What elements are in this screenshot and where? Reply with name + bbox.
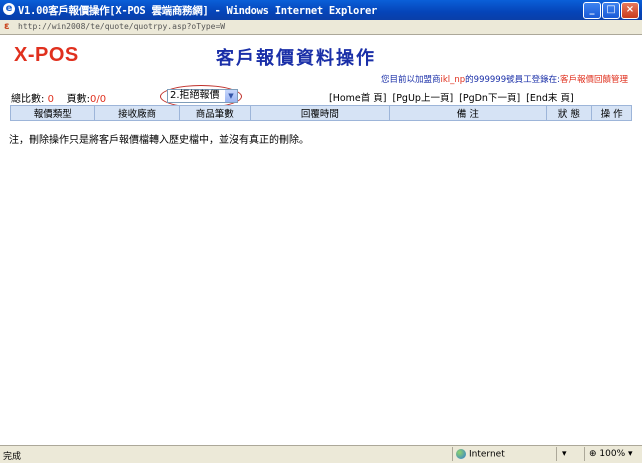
xpos-logo: X-POS bbox=[14, 44, 79, 66]
select-value: 2.拒絕報價 bbox=[170, 90, 220, 101]
column-header: 接收廠商 bbox=[94, 105, 180, 121]
window-title: V1.00客戶報價操作[X-POS 雲端商務網] - Windows Inter… bbox=[18, 5, 378, 17]
zoom-level: 100% bbox=[599, 449, 626, 459]
minimize-button[interactable]: _ bbox=[583, 2, 601, 19]
title-bar: e V1.00客戶報價操作[X-POS 雲端商務網] - Windows Int… bbox=[0, 0, 642, 20]
column-header: 報價類型 bbox=[9, 105, 96, 121]
user-info-middle: 的999999號員工登錄在: bbox=[465, 75, 560, 85]
prev-page-link[interactable]: [PgUp上一頁] bbox=[393, 93, 454, 104]
column-header: 狀 態 bbox=[545, 105, 593, 121]
record-summary: 總比數: 0 頁數:0/0 bbox=[11, 90, 106, 105]
maximize-button[interactable]: □ bbox=[602, 2, 620, 19]
status-text: 完成 bbox=[3, 452, 22, 462]
page-icon: ε bbox=[4, 21, 10, 32]
total-value: 0 bbox=[47, 94, 54, 105]
pages-value: 0/0 bbox=[90, 94, 107, 105]
pages-label: 頁數: bbox=[66, 94, 91, 105]
protected-mode-icon: ▾ bbox=[562, 449, 567, 459]
page-title: 客戶報價資料操作 bbox=[216, 48, 376, 69]
column-header: 回覆時間 bbox=[249, 105, 391, 121]
ie-app-icon: e bbox=[3, 3, 15, 15]
status-divider bbox=[556, 447, 557, 461]
user-info-prefix: 您目前以加盟商 bbox=[380, 75, 441, 85]
quote-table: 報價類型 接收廠商 商品筆數 回覆時間 備 注 狀 態 操 作 bbox=[9, 105, 632, 121]
last-page-link[interactable]: [End末 頁] bbox=[526, 93, 574, 104]
current-module: 客戶報價回饋管理 bbox=[559, 75, 628, 85]
status-bar: 完成 Internet ▾ ⊕ 100% ▾ bbox=[0, 445, 642, 463]
column-header: 操 作 bbox=[591, 105, 632, 121]
globe-icon bbox=[456, 449, 466, 459]
user-account: ikl_np bbox=[440, 75, 466, 85]
next-page-link[interactable]: [PgDn下一頁] bbox=[459, 93, 520, 104]
address-bar: ε http://win2008/te/quote/quotrpy.asp?oT… bbox=[0, 20, 642, 35]
table-header-row: 報價類型 接收廠商 商品筆數 回覆時間 備 注 狀 態 操 作 bbox=[9, 105, 632, 121]
first-page-link[interactable]: [Home首 頁] bbox=[329, 93, 387, 104]
status-divider bbox=[584, 447, 585, 461]
column-header: 商品筆數 bbox=[178, 105, 251, 121]
page-content: X-POS 客戶報價資料操作 您目前以加盟商ikl_np的999999號員工登錄… bbox=[0, 35, 642, 445]
user-info: 您目前以加盟商ikl_np的999999號員工登錄在:客戶報價回饋管理 bbox=[381, 73, 628, 85]
address-url[interactable]: http://win2008/te/quote/quotrpy.asp?oTyp… bbox=[18, 22, 618, 32]
column-header: 備 注 bbox=[389, 105, 547, 121]
quote-type-select[interactable]: 2.拒絕報價 ▼ bbox=[167, 89, 238, 103]
pager: [Home首 頁] [PgUp上一頁] [PgDn下一頁] [End末 頁] bbox=[329, 90, 580, 104]
security-zone: Internet bbox=[456, 449, 505, 460]
close-button[interactable]: × bbox=[621, 2, 639, 19]
zone-label: Internet bbox=[469, 449, 505, 460]
status-divider bbox=[452, 447, 453, 461]
delete-note: 注，刪除操作只是將客戶報價檔轉入歷史檔中，並沒有真正的刪除。 bbox=[9, 135, 309, 146]
zoom-control[interactable]: ⊕ 100% ▾ bbox=[589, 449, 633, 459]
total-label: 總比數: bbox=[11, 94, 45, 105]
chevron-down-icon[interactable]: ▼ bbox=[225, 90, 237, 102]
